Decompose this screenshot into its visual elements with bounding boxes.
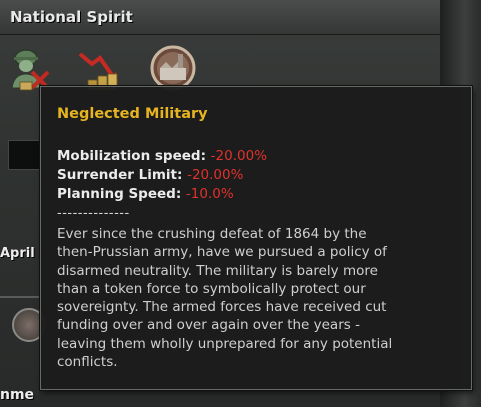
description-line: sovereignty. The armed forces have recei… bbox=[57, 299, 387, 316]
divider bbox=[0, 296, 40, 298]
description-line: Ever since the crushing defeat of 1864 b… bbox=[57, 226, 367, 242]
description-line: than a token force to symbolically prote… bbox=[57, 280, 366, 297]
modifier-label: Surrender Limit: bbox=[57, 167, 183, 183]
modifier-value: -10.0% bbox=[185, 186, 234, 202]
panel-header: National Spirit bbox=[0, 0, 440, 35]
tooltip-separator: -------------- bbox=[57, 206, 130, 221]
modifier-value: -20.00% bbox=[187, 167, 244, 183]
spirit-tooltip: Neglected Military Mobilization speed: -… bbox=[40, 86, 472, 390]
modifier-label: Planning Speed: bbox=[57, 186, 182, 202]
bottom-fragment: nme bbox=[0, 387, 35, 403]
modifier-surrender: Surrender Limit: -20.00% bbox=[57, 167, 243, 183]
industry-factory-icon[interactable] bbox=[150, 44, 196, 92]
declining-economy-icon[interactable] bbox=[78, 44, 124, 92]
description-line: disarmed neutrality. The military is bar… bbox=[57, 262, 378, 279]
modifier-mobilization: Mobilization speed: -20.00% bbox=[57, 148, 267, 164]
description-line: leaving them wholly unprepared for any p… bbox=[57, 335, 393, 352]
tooltip-description: Ever since the crushing defeat of 1864 b… bbox=[57, 225, 462, 371]
description-line: conflicts. bbox=[57, 354, 118, 371]
tooltip-title: Neglected Military bbox=[57, 106, 208, 122]
modifier-label: Mobilization speed: bbox=[57, 148, 206, 164]
panel-title: National Spirit bbox=[10, 8, 133, 26]
modifier-planning: Planning Speed: -10.0% bbox=[57, 186, 234, 202]
description-line: then-Prussian army, have we pursued a po… bbox=[57, 244, 387, 261]
date-fragment: April bbox=[0, 246, 35, 261]
soldier-helmet-icon[interactable] bbox=[6, 44, 52, 92]
modifier-value: -20.00% bbox=[210, 148, 268, 164]
description-line: funding over and over again over the yea… bbox=[57, 317, 360, 334]
